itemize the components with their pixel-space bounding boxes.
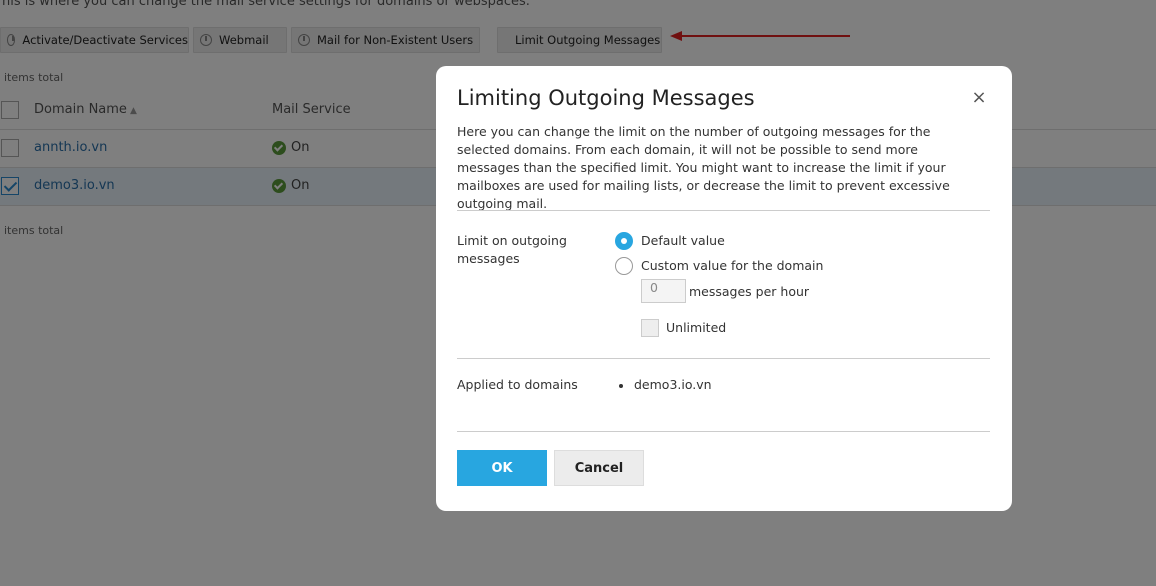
- unlimited-label[interactable]: Unlimited: [666, 320, 726, 335]
- dialog-title: Limiting Outgoing Messages: [457, 86, 755, 110]
- custom-value-label[interactable]: Custom value for the domain: [641, 258, 823, 273]
- divider: [457, 210, 990, 211]
- dialog-description: Here you can change the limit on the num…: [457, 124, 950, 211]
- divider: [457, 431, 990, 432]
- limit-field-label: Limit on outgoing messages: [457, 233, 567, 266]
- list-item: demo3.io.vn: [619, 377, 712, 392]
- limit-outgoing-dialog: Limiting Outgoing Messages × Here you ca…: [436, 66, 1012, 511]
- unlimited-checkbox[interactable]: [641, 319, 659, 337]
- applied-domains-label: Applied to domains: [457, 377, 578, 392]
- default-value-label[interactable]: Default value: [641, 233, 725, 248]
- cancel-button[interactable]: Cancel: [554, 450, 644, 486]
- messages-per-hour-label: messages per hour: [689, 284, 810, 299]
- applied-domains-list: demo3.io.vn: [619, 377, 712, 392]
- divider: [457, 358, 990, 359]
- messages-per-hour-input[interactable]: 0: [641, 279, 686, 303]
- ok-button[interactable]: OK: [457, 450, 547, 486]
- close-icon[interactable]: ×: [971, 88, 987, 108]
- default-value-radio[interactable]: [615, 232, 633, 250]
- custom-value-radio[interactable]: [615, 257, 633, 275]
